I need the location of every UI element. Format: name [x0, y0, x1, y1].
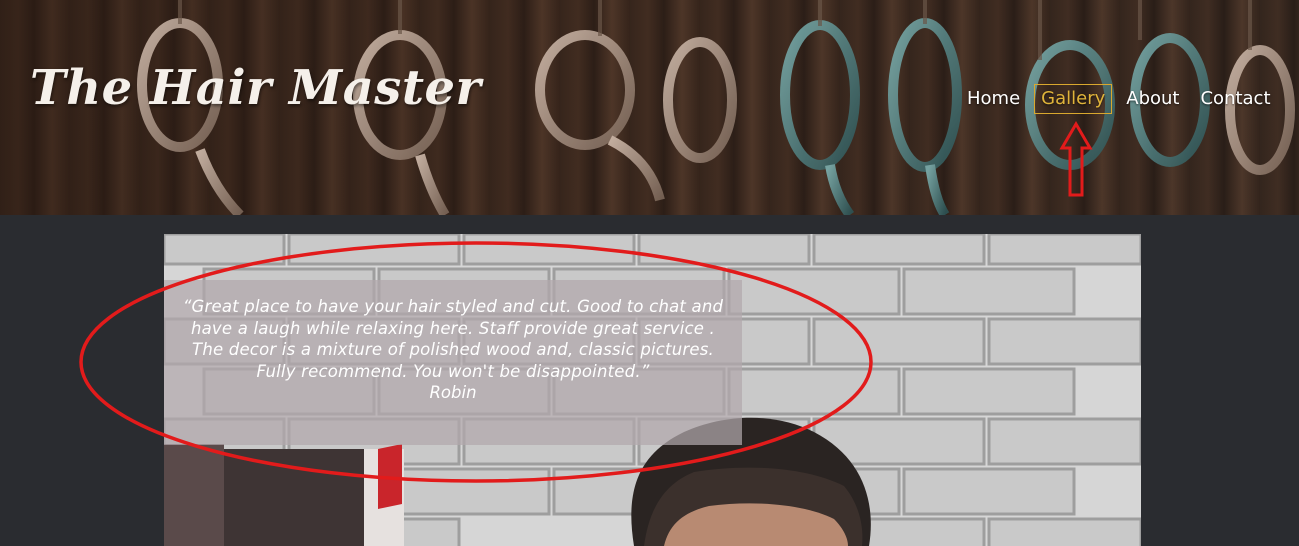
nav-home-link[interactable]: Home	[960, 84, 1027, 114]
site-title[interactable]: The Hair Master	[30, 64, 481, 112]
nav-gallery-link[interactable]: Gallery	[1034, 84, 1113, 114]
nav-contact-link[interactable]: Contact	[1193, 84, 1277, 114]
nav-about-link[interactable]: About	[1119, 84, 1186, 114]
testimonial-author: Robin	[429, 383, 477, 402]
site-header: The Hair Master Home Gallery About Conta…	[0, 0, 1299, 215]
testimonial-quote: “Great place to have your hair styled an…	[182, 297, 724, 381]
main-nav: Home Gallery About Contact	[960, 84, 1285, 114]
testimonial-box: “Great place to have your hair styled an…	[164, 280, 742, 445]
arrow-up-icon	[1059, 121, 1093, 197]
